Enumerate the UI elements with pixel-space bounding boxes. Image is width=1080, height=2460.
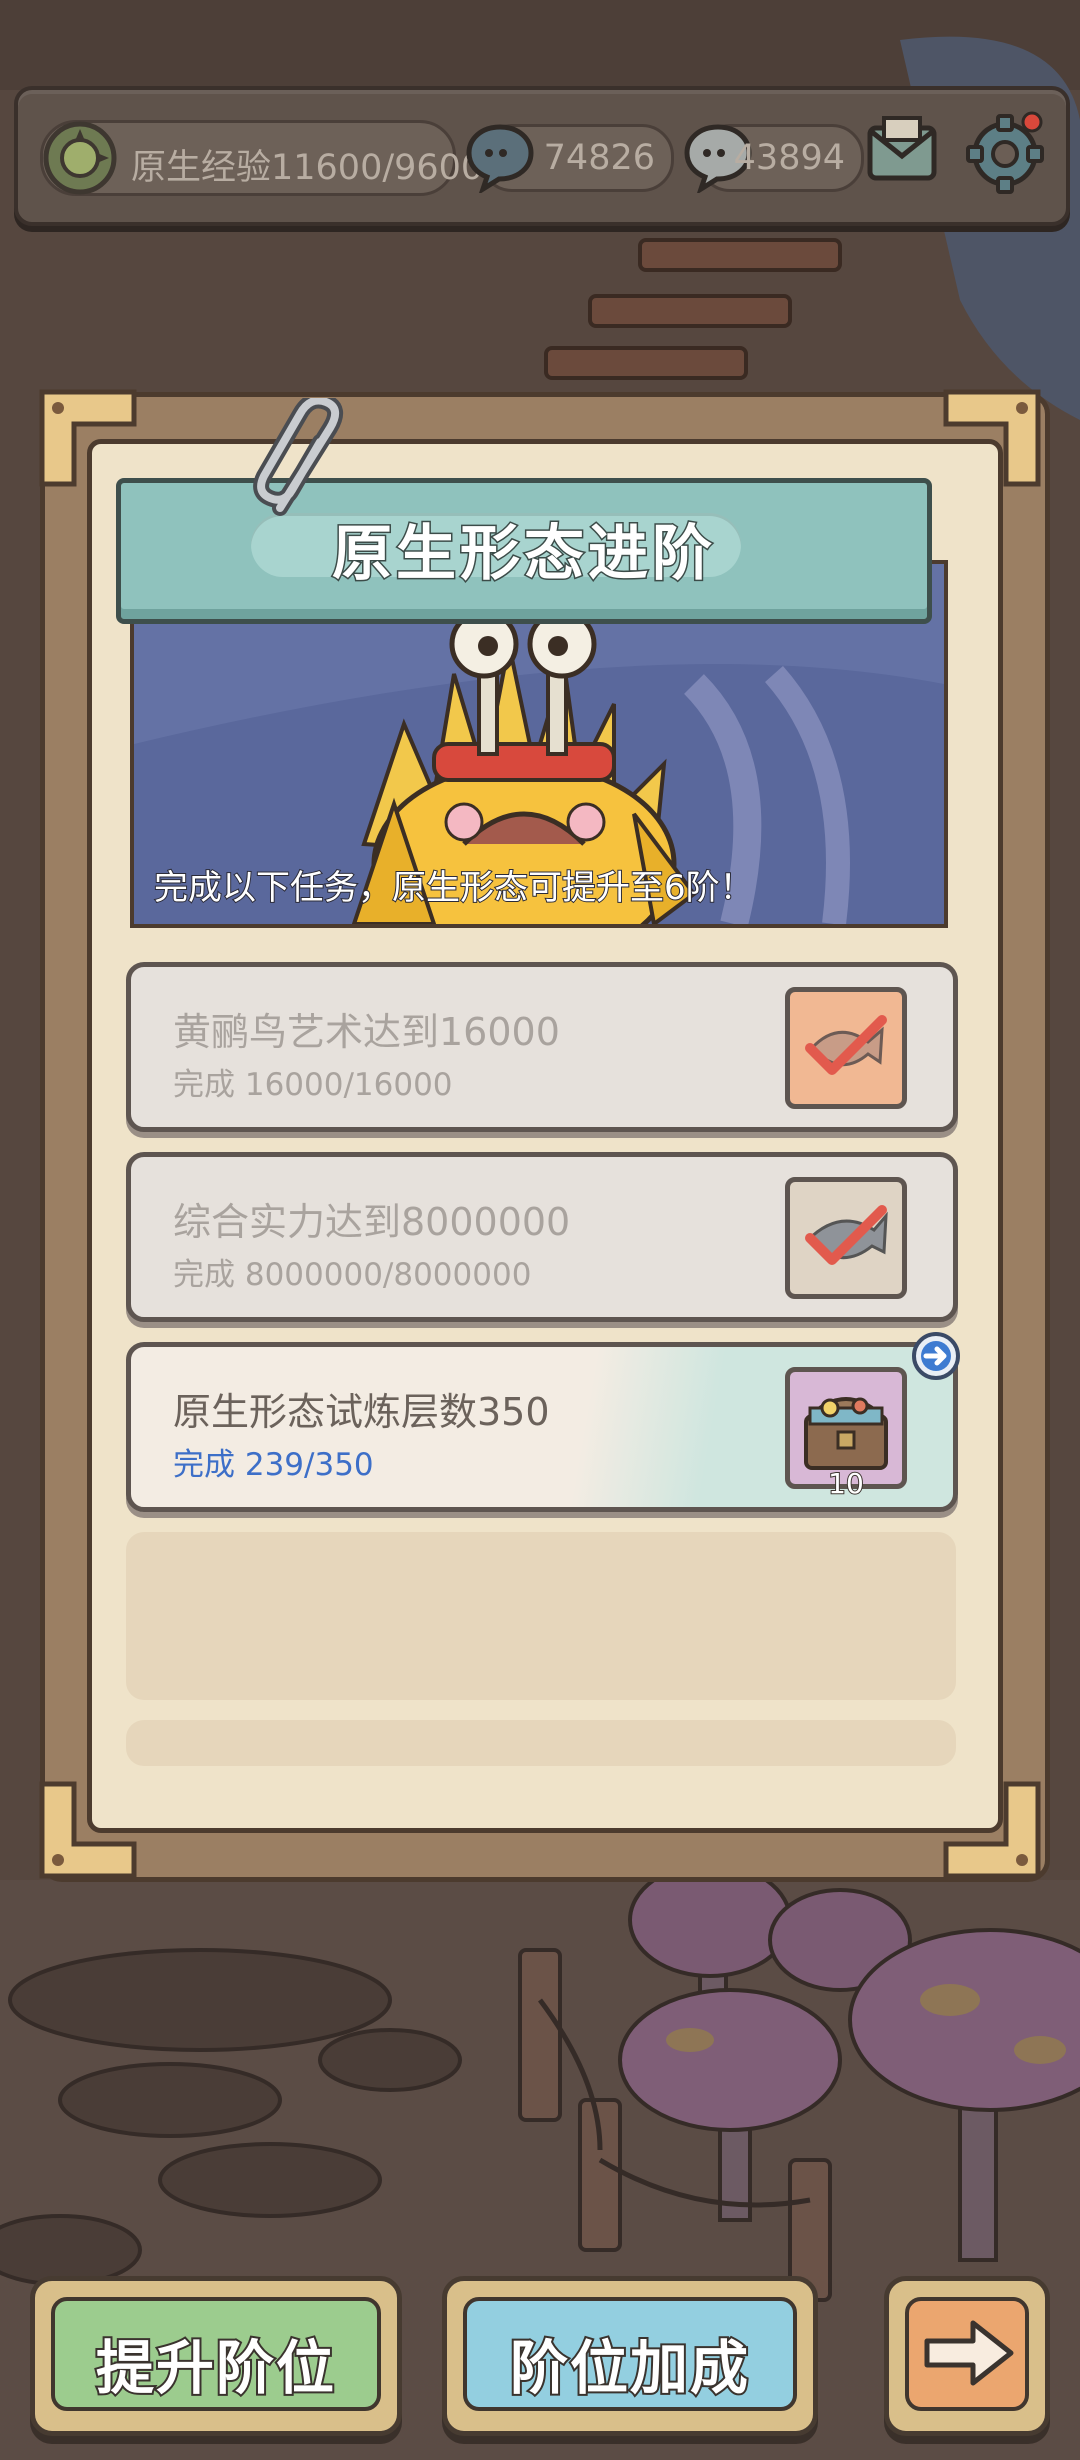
upgrade-rank-button-face: 提升阶位 (51, 2297, 381, 2411)
corner-bracket-icon (943, 389, 1041, 487)
reward-count: 10 (827, 1466, 865, 1501)
currency-1-value: 74826 (543, 138, 655, 178)
next-arrow-button[interactable] (884, 2276, 1050, 2436)
upgrade-rank-button[interactable]: 提升阶位 (30, 2276, 402, 2436)
rank-bonus-label: 阶位加成 (508, 2332, 750, 2404)
settings-gear-icon[interactable] (962, 108, 1048, 194)
corner-bracket-icon (39, 1781, 137, 1879)
task-progress: 完成 16000/16000 (173, 1067, 453, 1103)
empty-task-slot (126, 1532, 956, 1700)
rank-bonus-button[interactable]: 阶位加成 (442, 2276, 818, 2436)
task-row[interactable]: 原生形态试炼层数350 完成 239/350 10 (126, 1342, 958, 1512)
task-row: 综合实力达到8000000 完成 8000000/8000000 (126, 1152, 958, 1322)
right-arrow-icon (924, 2320, 1014, 2386)
task-row: 黄鹂鸟艺术达到16000 完成 16000/16000 (126, 962, 958, 1132)
reward-chest-slot[interactable]: 10 (785, 1367, 907, 1501)
task-title: 黄鹂鸟艺术达到16000 (173, 1010, 560, 1054)
task-title: 综合实力达到8000000 (173, 1200, 571, 1244)
go-arrow-icon[interactable] (910, 1330, 962, 1382)
rank-bonus-button-face: 阶位加成 (463, 2297, 797, 2411)
speech-bubble-icon (466, 124, 534, 193)
currency-2-value: 43894 (733, 138, 845, 178)
hero-caption: 完成以下任务，原生形态可提升至6阶！ (153, 867, 755, 909)
panel-title: 原生形态进阶 (331, 518, 716, 591)
fish-checkmark-icon (805, 1015, 887, 1075)
currency-2-pill[interactable]: 43894 (684, 124, 864, 193)
title-banner: 原生形态进阶 (116, 478, 932, 624)
next-arrow-button-face (905, 2297, 1029, 2411)
shark-checkmark-icon (805, 1205, 888, 1265)
upgrade-rank-label: 提升阶位 (94, 2332, 336, 2404)
task-progress: 完成 8000000/8000000 (173, 1257, 532, 1293)
native-exp-icon (43, 121, 117, 195)
top-status-bar: 原生经验11600/9600 74826 43894 (14, 86, 1070, 226)
native-exp-pill[interactable]: 原生经验11600/9600 (40, 120, 483, 196)
empty-task-slot (126, 1720, 956, 1766)
task-complete-badge (785, 987, 907, 1109)
task-complete-badge (785, 1177, 907, 1299)
paperclip-icon (253, 398, 344, 516)
native-exp-text: 原生经验11600/9600 (131, 148, 484, 188)
mail-icon[interactable] (864, 114, 940, 190)
task-title: 原生形态试炼层数350 (173, 1390, 550, 1434)
corner-bracket-icon (943, 1781, 1041, 1879)
currency-1-pill[interactable]: 74826 (466, 124, 674, 193)
corner-bracket-icon (39, 389, 137, 487)
task-progress: 完成 239/350 (173, 1447, 374, 1483)
